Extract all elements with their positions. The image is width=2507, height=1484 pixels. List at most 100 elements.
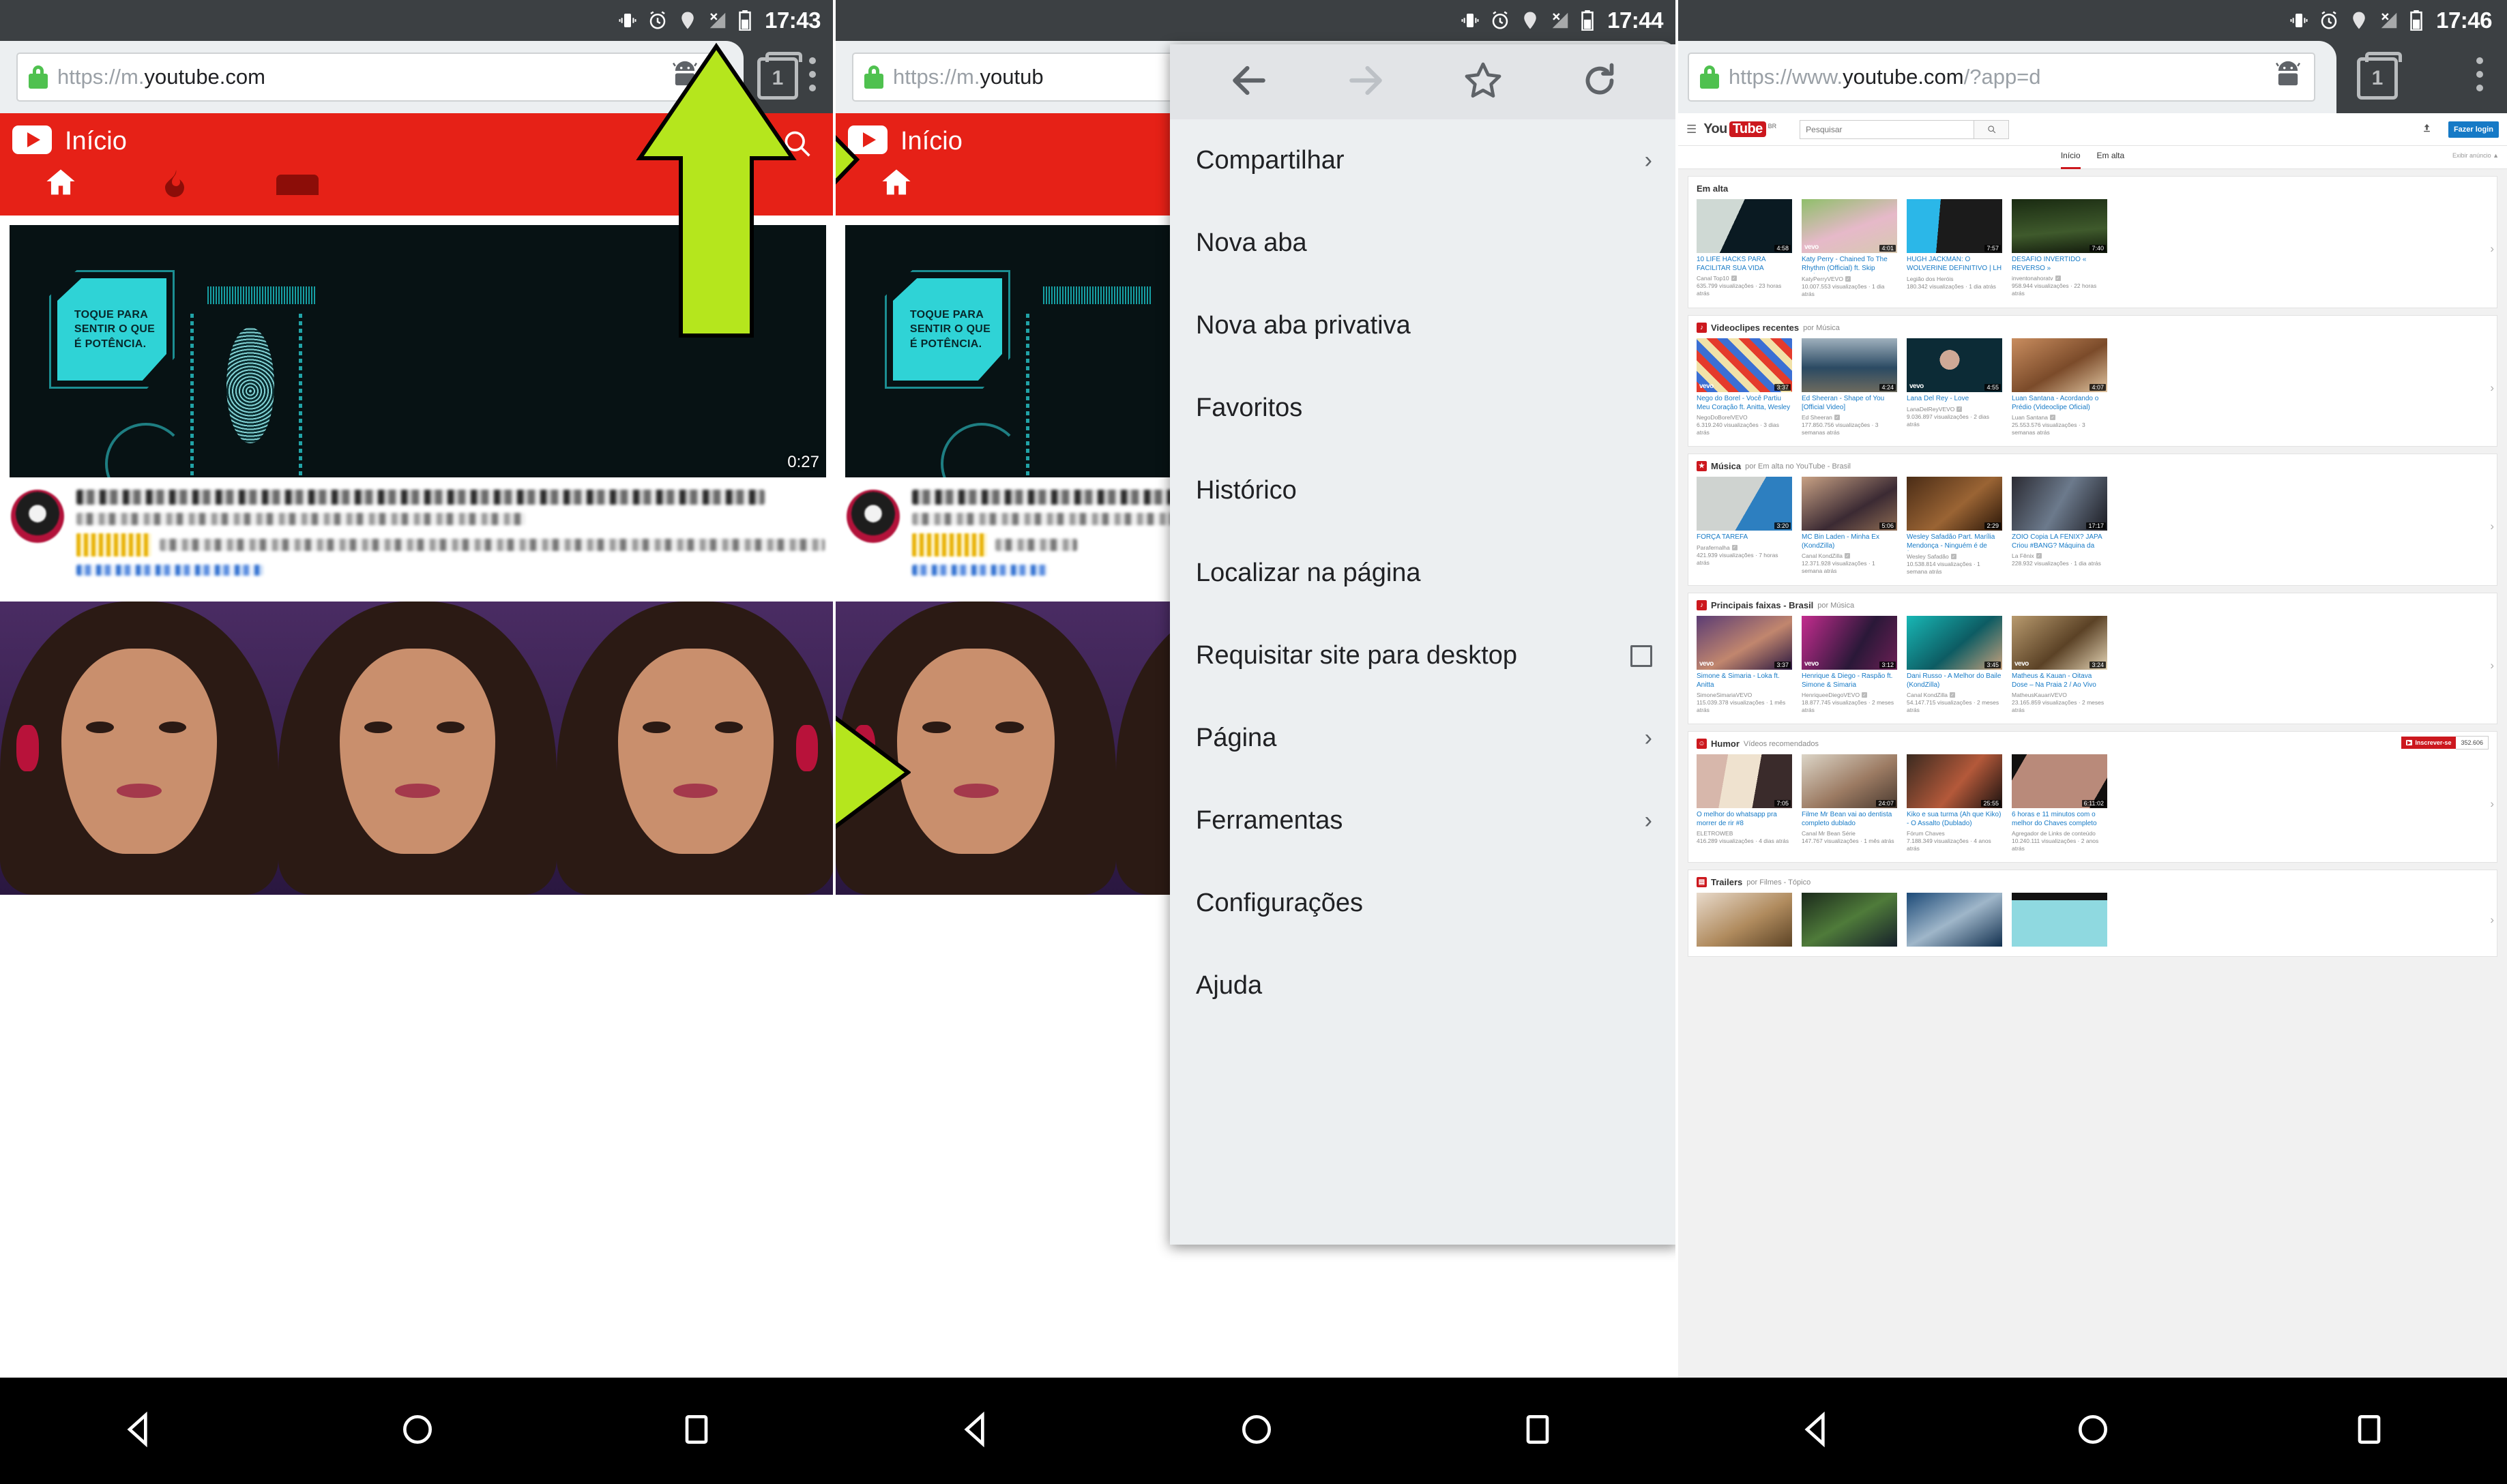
menu-item-5[interactable]: Localizar na página (1170, 532, 1678, 614)
video-card[interactable]: 4:07 Luan Santana - Acordando o Prédio (V… (2012, 338, 2107, 436)
show-ad-note[interactable]: Exibir anúncio ▲ (2452, 152, 2499, 159)
video-title[interactable]: Kiko e sua turma (Ah que Kiko) - O Assal… (1907, 811, 2002, 828)
home-circle-icon[interactable] (398, 1410, 437, 1452)
video-channel[interactable]: ELETROWEB (1697, 830, 1792, 837)
video-channel[interactable]: Agregador de Links de conteúdo (2012, 830, 2107, 837)
video-channel[interactable]: La Fênix ✓ (2012, 552, 2107, 559)
video-card[interactable] (1697, 893, 1792, 947)
video-thumbnail[interactable]: 25:55 (1907, 754, 2002, 809)
subscribe-control[interactable]: ▶ Inscrever-se 352.606 (2401, 736, 2489, 750)
overflow-menu-button-3[interactable] (2476, 57, 2483, 98)
home-circle-icon[interactable] (1237, 1410, 1276, 1452)
shelf-title-text[interactable]: Música (1711, 461, 1741, 471)
video-thumbnail[interactable]: vevo 3:37 (1697, 616, 1792, 670)
shelf-next-arrow-icon[interactable]: › (2490, 242, 2494, 256)
omnibox-3[interactable]: https://www.youtube.com/?app=d (1688, 53, 2315, 102)
video-channel[interactable]: NegoDoBorelVEVO (1697, 414, 1792, 421)
video-card[interactable]: 17:17 ZOIO Copia LA FÊNIX? JAPA Criou #BA… (2012, 477, 2107, 576)
video-channel[interactable]: SimoneSimariaVEVO (1697, 692, 1792, 698)
video-card[interactable]: 3:45 Dani Russo - A Melhor do Baile (Kond… (1907, 616, 2002, 714)
video-card[interactable]: vevo 3:37 Nego do Borel - Você Partiu Meu … (1697, 338, 1792, 436)
video-title[interactable]: Nego do Borel - Você Partiu Meu Coração … (1697, 395, 1792, 412)
video-card[interactable]: 2:29 Wesley Safadão Part. Marília Mendonç… (1907, 477, 2002, 576)
video-channel[interactable]: Canal Top10 ✓ (1697, 275, 1792, 282)
tab-home-icon[interactable] (41, 165, 80, 204)
tab-em-alta[interactable]: Em alta (2097, 146, 2125, 168)
video-thumbnail[interactable]: 24:07 (1802, 754, 1897, 809)
video-card[interactable]: 4:58 10 LIFE HACKS PARA FACILITAR SUA VID… (1697, 199, 1792, 298)
video-channel[interactable]: KatyPerryVEVO ✓ (1802, 276, 1897, 282)
video-title[interactable]: MC Bin Laden - Minha Ex (KondZilla) (1802, 533, 1897, 550)
video-thumbnail[interactable]: 5:06 (1802, 477, 1897, 531)
tab-subscriptions-icon[interactable] (276, 175, 319, 195)
shelf-title-text[interactable]: Principais faixas - Brasil (1711, 600, 1813, 610)
video-card[interactable]: vevo 3:37 Simone & Simaria - Loka ft. Anit… (1697, 616, 1792, 714)
video-card[interactable]: vevo 4:01 Katy Perry - Chained To The Rhyt… (1802, 199, 1897, 298)
video-thumbnail[interactable]: 3:45 (1907, 616, 2002, 670)
video-card[interactable] (1907, 893, 2002, 947)
video-thumbnail[interactable]: 6:11:02 (2012, 754, 2107, 809)
recents-square-icon[interactable] (1519, 1410, 1557, 1452)
video-channel[interactable]: Luan Santana ✓ (2012, 414, 2107, 421)
shelf-title-text[interactable]: Trailers (1711, 877, 1742, 887)
video-thumbnail[interactable]: 7:40 (2012, 199, 2107, 253)
video-card[interactable]: 7:05 O melhor do whatsapp pra morrer de r… (1697, 754, 1792, 852)
video-card[interactable]: 3:20 FORÇA TAREFA Parafernalha ✓ 421.939 vis… (1697, 477, 1792, 576)
menu-item-3[interactable]: Favoritos (1170, 367, 1678, 449)
search-bar[interactable] (1800, 119, 2010, 139)
video-thumbnail[interactable] (2012, 893, 2107, 947)
video-channel[interactable]: Legião dos Heróis (1907, 276, 2002, 282)
video-title[interactable]: DESAFIO INVERTIDO « REVERSO » (2012, 256, 2107, 273)
shelf-title-text[interactable]: Videoclipes recentes (1711, 323, 1799, 333)
video-title[interactable]: 10 LIFE HACKS PARA FACILITAR SUA VIDA (1697, 256, 1792, 273)
shelf-next-arrow-icon[interactable]: › (2490, 797, 2494, 811)
menu-item-10[interactable]: Ajuda (1170, 945, 1678, 1027)
youtube-desktop-logo[interactable]: You Tube BR (1703, 121, 1776, 137)
desktop-site-checkbox[interactable] (1630, 644, 1652, 667)
video-card[interactable]: vevo 3:12 Henrique & Diego - Raspão ft. Si… (1802, 616, 1897, 714)
overflow-menu-button-1[interactable] (809, 57, 816, 98)
video-card[interactable]: 5:06 MC Bin Laden - Minha Ex (KondZilla) C… (1802, 477, 1897, 576)
tab-home-icon[interactable] (877, 165, 916, 204)
video-channel[interactable]: Fórum Chaves (1907, 830, 2002, 837)
shelf-title-text[interactable]: Humor (1711, 739, 1740, 749)
video-channel[interactable]: MatheusKauanVEVO (2012, 692, 2107, 698)
tab-inicio[interactable]: Início (2060, 146, 2081, 169)
reload-icon[interactable] (1579, 60, 1620, 104)
video-thumbnail[interactable]: 3:20 (1697, 477, 1792, 531)
sign-in-button[interactable]: Fazer login (2448, 121, 2499, 138)
tab-trending-icon[interactable] (158, 166, 191, 204)
video-channel[interactable]: inventonahoratv ✓ (2012, 275, 2107, 282)
video-title[interactable]: Simone & Simaria - Loka ft. Anitta (1697, 672, 1792, 689)
video-title[interactable]: HUGH JACKMAN: O WOLVERINE DEFINITIVO | L… (1907, 256, 2002, 273)
video-card[interactable]: 7:40 DESAFIO INVERTIDO « REVERSO » invento… (2012, 199, 2107, 298)
video-channel[interactable]: Canal KondZilla ✓ (1802, 552, 1897, 559)
menu-item-7[interactable]: Página › (1170, 697, 1678, 780)
star-icon[interactable] (1461, 59, 1505, 106)
video-card[interactable]: 6:11:02 6 horas e 11 minutos com o melhor… (2012, 754, 2107, 852)
video-thumbnail[interactable]: vevo 3:12 (1802, 616, 1897, 670)
video-card-2[interactable] (0, 602, 836, 1484)
recents-square-icon[interactable] (2350, 1410, 2388, 1452)
shelf-next-arrow-icon[interactable]: › (2490, 520, 2494, 533)
video-channel[interactable]: Canal Mr Bean Série (1802, 830, 1897, 837)
video-thumbnail[interactable]: vevo 4:01 (1802, 199, 1897, 253)
video-thumbnail[interactable]: 4:07 (2012, 338, 2107, 393)
video-card[interactable]: 4:24 Ed Sheeran - Shape of You [Official … (1802, 338, 1897, 436)
shelf-title-text[interactable]: Em alta (1697, 183, 1728, 194)
back-triangle-icon[interactable] (957, 1410, 995, 1452)
menu-item-9[interactable]: Configurações (1170, 862, 1678, 945)
video-title[interactable]: O melhor do whatsapp pra morrer de rir #… (1697, 811, 1792, 828)
video-thumbnail[interactable]: vevo 3:24 (2012, 616, 2107, 670)
video-title[interactable]: Dani Russo - A Melhor do Baile (KondZill… (1907, 672, 2002, 689)
video-title[interactable]: Katy Perry - Chained To The Rhythm (Offi… (1802, 256, 1897, 273)
video-thumbnail[interactable]: 7:57 (1907, 199, 2002, 253)
menu-item-8[interactable]: Ferramentas › (1170, 780, 1678, 862)
video-title[interactable]: Luan Santana - Acordando o Prédio (Video… (2012, 395, 2107, 412)
menu-item-2[interactable]: Nova aba privativa (1170, 284, 1678, 367)
video-title[interactable]: ZOIO Copia LA FÊNIX? JAPA Criou #BANG? M… (2012, 533, 2107, 550)
video-title[interactable]: Lana Del Rey - Love (1907, 395, 2002, 404)
video-title[interactable]: Matheus & Kauan - Oitava Dose – Na Praia… (2012, 672, 2107, 689)
shelf-next-arrow-icon[interactable]: › (2490, 659, 2494, 672)
video-channel[interactable]: Parafernalha ✓ (1697, 544, 1792, 551)
